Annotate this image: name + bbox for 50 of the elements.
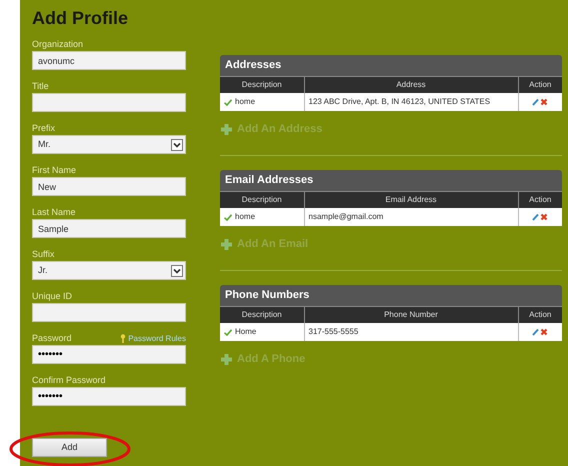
table-cell: 317-555-5555 bbox=[304, 323, 518, 341]
delete-icon[interactable] bbox=[540, 328, 548, 336]
column-header: Action bbox=[518, 77, 562, 93]
text-field[interactable]: avonumc bbox=[32, 51, 186, 70]
chevron-down-icon bbox=[171, 138, 183, 150]
field-label: Last Name bbox=[32, 208, 76, 217]
pencil-icon[interactable] bbox=[532, 213, 540, 221]
delete-icon[interactable] bbox=[540, 213, 548, 221]
check-icon bbox=[224, 214, 232, 220]
column-header: Email Address bbox=[304, 192, 518, 208]
table-cell: 123 ABC Drive, Apt. B, IN 46123, UNITED STATES bbox=[304, 93, 518, 111]
pencil-icon[interactable] bbox=[532, 328, 540, 336]
field-label: Password bbox=[32, 334, 72, 343]
section-header: Email Addresses bbox=[220, 170, 562, 192]
column-header: Description bbox=[220, 307, 304, 323]
field-label: First Name bbox=[32, 166, 76, 175]
check-icon bbox=[224, 328, 232, 336]
text-field[interactable]: New bbox=[32, 177, 186, 196]
description-text: home bbox=[235, 211, 256, 223]
text-field[interactable] bbox=[32, 303, 186, 322]
add-button[interactable]: Add bbox=[32, 438, 107, 457]
field-label: Confirm Password bbox=[32, 376, 106, 385]
section-header: Addresses bbox=[220, 55, 562, 77]
field-label: Title bbox=[32, 82, 49, 91]
key-icon bbox=[120, 334, 126, 343]
page-title: Add Profile bbox=[32, 9, 130, 27]
column-header: Phone Number bbox=[304, 307, 518, 323]
pencil-icon[interactable] bbox=[532, 98, 540, 106]
table-cell: nsample@gmail.com bbox=[304, 208, 518, 226]
column-header: Description bbox=[220, 192, 304, 208]
section-header: Phone Numbers bbox=[220, 285, 562, 307]
description-text: Home bbox=[235, 326, 256, 338]
field-label: Prefix bbox=[32, 124, 56, 133]
text-field[interactable]: Sample bbox=[32, 219, 186, 238]
field-label: Organization bbox=[32, 40, 84, 49]
text-field[interactable] bbox=[32, 93, 186, 112]
column-header: Action bbox=[518, 307, 562, 323]
field-label: Unique ID bbox=[32, 292, 72, 301]
password-field[interactable]: ••••••• bbox=[32, 345, 186, 364]
chevron-down-icon bbox=[171, 264, 183, 276]
password-field[interactable]: ••••••• bbox=[32, 387, 186, 406]
description-text: home bbox=[235, 96, 256, 108]
column-header: Action bbox=[518, 192, 562, 208]
field-label: Suffix bbox=[32, 250, 54, 259]
select-field[interactable]: Mr. bbox=[32, 135, 186, 154]
check-icon bbox=[224, 98, 232, 106]
column-header: Description bbox=[220, 77, 304, 93]
column-header: Address bbox=[304, 77, 518, 93]
select-field[interactable]: Jr. bbox=[32, 261, 186, 280]
delete-icon[interactable] bbox=[540, 98, 548, 106]
